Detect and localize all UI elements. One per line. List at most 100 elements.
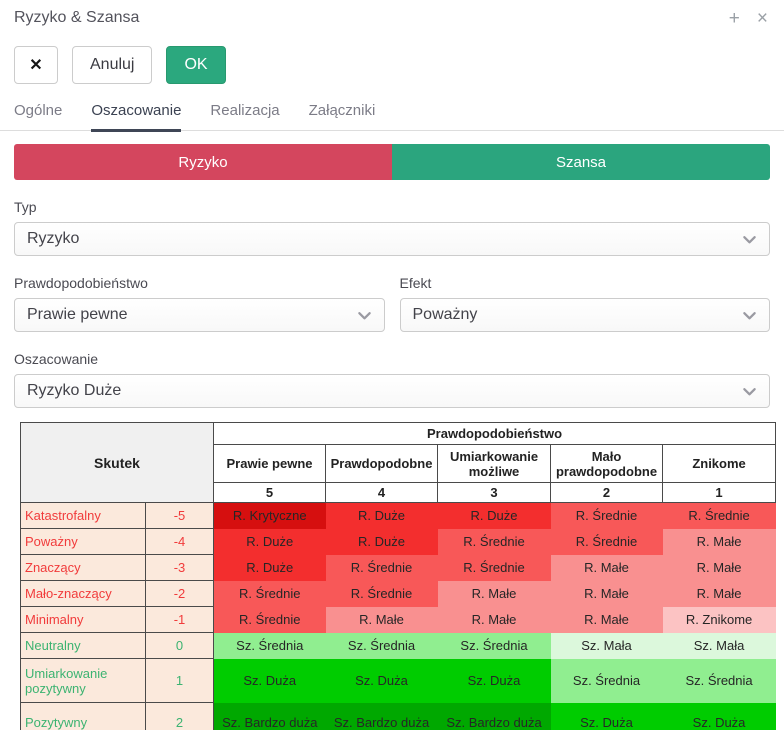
cancel-button[interactable]: Anuluj	[72, 46, 152, 84]
matrix-column-value: 4	[326, 483, 438, 503]
matrix-cell: R. Średnie	[214, 581, 326, 607]
probability-label: Prawdopodobieństwo	[14, 275, 385, 291]
probability-select-value: Prawie pewne	[27, 306, 128, 324]
close-icon[interactable]: ×	[757, 9, 768, 28]
matrix-cell: R. Małe	[438, 581, 551, 607]
matrix-row-value: -1	[146, 607, 214, 633]
typ-select[interactable]: Ryzyko	[14, 222, 770, 256]
matrix-cell: R. Średnie	[551, 503, 663, 529]
typ-label: Typ	[14, 199, 770, 215]
matrix-row-label: Mało-znaczący	[21, 581, 146, 607]
matrix-cell: R. Średnie	[214, 607, 326, 633]
matrix-cell: R. Znikome	[663, 607, 776, 633]
matrix-group-header: Prawdopodobieństwo	[214, 423, 776, 445]
matrix-row-label: Znaczący	[21, 555, 146, 581]
matrix-row: Umiarkowanie pozytywny1Sz. DużaSz. DużaS…	[21, 659, 776, 703]
matrix-cell: R. Duże	[326, 503, 438, 529]
matrix-row: Pozytywny2Sz. Bardzo dużaSz. Bardzo duża…	[21, 703, 776, 730]
risk-matrix: SkutekPrawdopodobieństwoPrawie pewnePraw…	[20, 422, 775, 730]
matrix-row-label: Minimalny	[21, 607, 146, 633]
matrix-cell: Sz. Mała	[663, 633, 776, 659]
matrix-row-label: Katastrofalny	[21, 503, 146, 529]
matrix-row: Mało-znaczący-2R. ŚrednieR. ŚrednieR. Ma…	[21, 581, 776, 607]
matrix-cell: Sz. Duża	[438, 659, 551, 703]
tab-bar: Ogólne Oszacowanie Realizacja Załączniki	[0, 102, 784, 131]
matrix-cell: Sz. Średnia	[438, 633, 551, 659]
matrix-row: Znaczący-3R. DużeR. ŚrednieR. ŚrednieR. …	[21, 555, 776, 581]
matrix-cell: Sz. Średnia	[326, 633, 438, 659]
matrix-column-value: 2	[551, 483, 663, 503]
dismiss-button[interactable]: ✕	[14, 46, 58, 84]
tab-realizacja[interactable]: Realizacja	[210, 102, 279, 132]
matrix-row-value: -5	[146, 503, 214, 529]
matrix-cell: R. Duże	[214, 555, 326, 581]
matrix-row-label: Neutralny	[21, 633, 146, 659]
tab-zalaczniki[interactable]: Załączniki	[309, 102, 376, 132]
matrix-row-value: 1	[146, 659, 214, 703]
matrix-cell: Sz. Średnia	[551, 659, 663, 703]
matrix-column-header: Znikome	[663, 445, 776, 483]
tab-ogolne[interactable]: Ogólne	[14, 102, 62, 132]
matrix-cell: Sz. Bardzo duża	[438, 703, 551, 730]
matrix-row: Katastrofalny-5R. KrytyczneR. DużeR. Duż…	[21, 503, 776, 529]
matrix-cell: R. Średnie	[326, 581, 438, 607]
matrix-cell: R. Małe	[326, 607, 438, 633]
tab-oszacowanie[interactable]: Oszacowanie	[91, 102, 181, 132]
matrix-column-value: 5	[214, 483, 326, 503]
matrix-cell: Sz. Duża	[214, 659, 326, 703]
add-icon[interactable]: +	[729, 9, 740, 28]
typ-select-value: Ryzyko	[27, 230, 79, 248]
matrix-column-header: Prawdopodobne	[326, 445, 438, 483]
toggle-risk-button[interactable]: Ryzyko	[14, 144, 392, 180]
matrix-cell: R. Duże	[438, 503, 551, 529]
assessment-label: Oszacowanie	[14, 351, 770, 367]
effect-select[interactable]: Poważny	[400, 298, 771, 332]
matrix-row-value: -3	[146, 555, 214, 581]
matrix-row: Poważny-4R. DużeR. DużeR. ŚrednieR. Śred…	[21, 529, 776, 555]
matrix-cell: R. Małe	[551, 607, 663, 633]
matrix-row: Neutralny0Sz. ŚredniaSz. ŚredniaSz. Śred…	[21, 633, 776, 659]
ok-button[interactable]: OK	[166, 46, 225, 84]
matrix-cell: R. Małe	[551, 581, 663, 607]
matrix-row-value: 2	[146, 703, 214, 730]
matrix-column-header: Prawie pewne	[214, 445, 326, 483]
matrix-column-value: 3	[438, 483, 551, 503]
matrix-row-label: Umiarkowanie pozytywny	[21, 659, 146, 703]
dialog-titlebar: Ryzyko & Szansa + ×	[0, 0, 784, 28]
matrix-row-label: Poważny	[21, 529, 146, 555]
matrix-column-header: Mało prawdopodobne	[551, 445, 663, 483]
effect-select-value: Poważny	[413, 306, 478, 324]
matrix-cell: Sz. Średnia	[214, 633, 326, 659]
matrix-row-value: 0	[146, 633, 214, 659]
probability-select[interactable]: Prawie pewne	[14, 298, 385, 332]
matrix-cell: R. Średnie	[663, 503, 776, 529]
matrix-row-label: Pozytywny	[21, 703, 146, 730]
type-toggle: Ryzyko Szansa	[14, 144, 770, 180]
matrix-row-value: -4	[146, 529, 214, 555]
matrix-cell: R. Małe	[663, 555, 776, 581]
chevron-down-icon	[357, 308, 372, 323]
matrix-cell: R. Małe	[551, 555, 663, 581]
matrix-cell: Sz. Duża	[551, 703, 663, 730]
matrix-cell: R. Średnie	[326, 555, 438, 581]
assessment-form: Typ Ryzyko Prawdopodobieństwo Prawie pew…	[0, 199, 784, 408]
matrix-cell: Sz. Duża	[326, 659, 438, 703]
matrix-cell: R. Małe	[663, 529, 776, 555]
chevron-down-icon	[742, 384, 757, 399]
matrix-cell: Sz. Średnia	[663, 659, 776, 703]
matrix-cell: R. Średnie	[438, 529, 551, 555]
assessment-select[interactable]: Ryzyko Duże	[14, 374, 770, 408]
matrix-cell: R. Duże	[326, 529, 438, 555]
matrix-column-header: Umiarkowanie możliwe	[438, 445, 551, 483]
matrix-cell: R. Średnie	[438, 555, 551, 581]
matrix-cell: R. Małe	[438, 607, 551, 633]
toolbar: ✕ Anuluj OK	[0, 46, 784, 84]
toggle-chance-button[interactable]: Szansa	[392, 144, 770, 180]
effect-label: Efekt	[400, 275, 771, 291]
risk-matrix-table: SkutekPrawdopodobieństwoPrawie pewnePraw…	[20, 422, 776, 730]
matrix-cell: Sz. Mała	[551, 633, 663, 659]
dialog-title: Ryzyko & Szansa	[14, 9, 139, 27]
matrix-cell: R. Małe	[663, 581, 776, 607]
matrix-cell: R. Średnie	[551, 529, 663, 555]
matrix-row-value: -2	[146, 581, 214, 607]
